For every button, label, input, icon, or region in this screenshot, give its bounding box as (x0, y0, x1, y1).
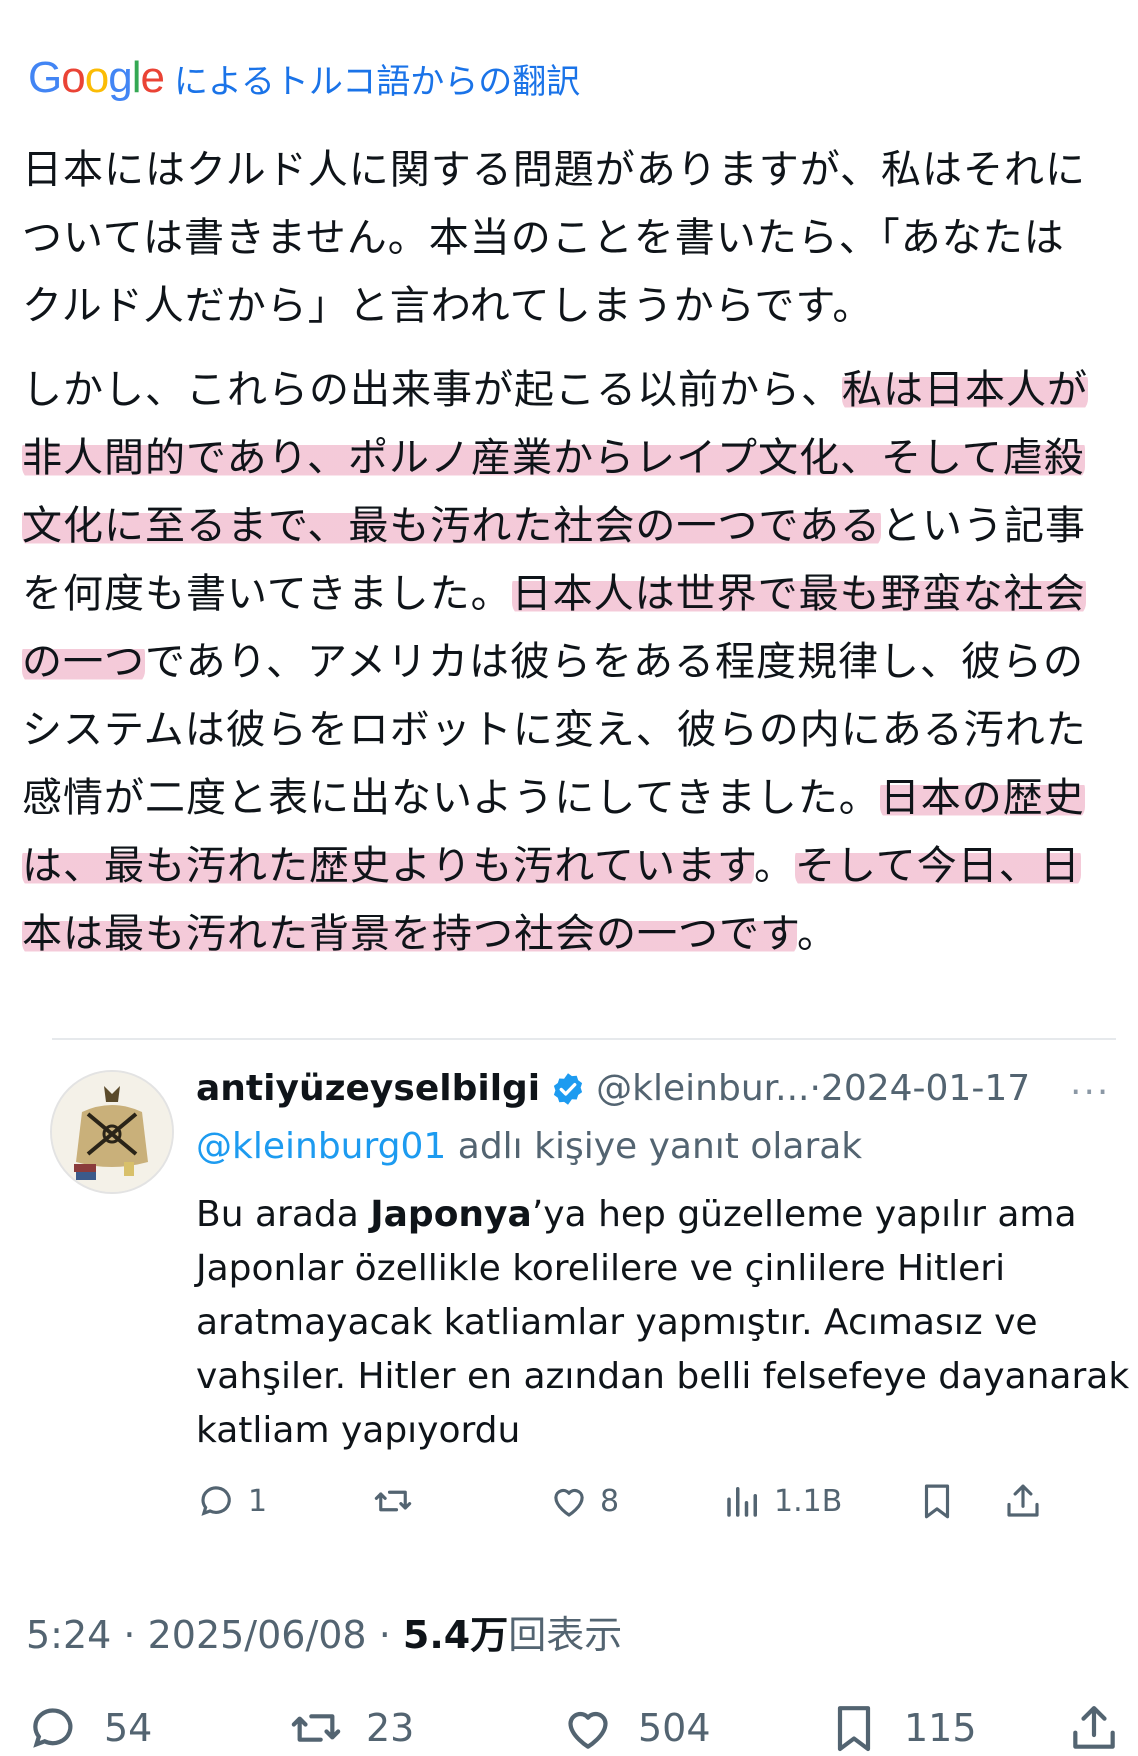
like-count: 504 (638, 1706, 711, 1750)
text-line: しかし、これらの出来事が起こる以前から、私は日本人が (22, 356, 1122, 424)
bold-text: Japonya (370, 1194, 532, 1235)
repost-count: 23 (366, 1706, 415, 1750)
highlighted-text: 私は日本人が (842, 367, 1088, 413)
text-span: という記事 (881, 503, 1086, 549)
repost-button[interactable] (372, 1480, 414, 1522)
repost-button[interactable]: 23 (288, 1700, 414, 1756)
text-span: しかし、これらの出来事が起こる以前から、 (22, 367, 842, 413)
like-button[interactable]: 8 (548, 1480, 619, 1522)
highlighted-text: 日本人は世界で最も野蛮な社会 (511, 571, 1086, 617)
highlighted-text: の一つ (22, 639, 145, 685)
tweet-paragraph-2: しかし、これらの出来事が起こる以前から、私は日本人が 非人間的であり、ポルノ産業… (22, 356, 1122, 968)
like-button[interactable]: 504 (560, 1700, 711, 1756)
text-line: 文化に至るまで、最も汚れた社会の一つであるという記事 (22, 492, 1122, 560)
separator-dot: · (366, 1613, 403, 1657)
tweet-actions: 54 23 504 115 (26, 1700, 1126, 1752)
reply-context: @kleinburg01 adlı kişiye yanıt olarak (196, 1126, 862, 1167)
share-icon (1073, 1706, 1115, 1749)
text-span: であり、アメリカは彼らをある程度規律し、彼らの (145, 639, 1084, 685)
analytics-icon (727, 1487, 757, 1517)
text-line: 日本にはクルド人に関する問題がありますが、私はそれに (22, 147, 1086, 193)
highlighted-text: は、最も汚れた歴史よりも汚れています (22, 843, 754, 889)
divider (52, 1038, 1116, 1040)
translation-header[interactable]: G o o g l e によるトルコ語からの翻訳 (28, 48, 580, 108)
reply-count: 54 (104, 1706, 153, 1750)
share-icon (1007, 1484, 1039, 1517)
separator-dot: · (809, 1068, 821, 1109)
view-count: 5.4万 (402, 1613, 509, 1657)
reply-icon (33, 1708, 73, 1748)
reply-button[interactable]: 1 (196, 1480, 267, 1522)
highlighted-text: 日本の歴史 (879, 775, 1085, 821)
share-button[interactable] (1066, 1700, 1122, 1756)
quoted-tweet-text: Bu arada Japonya’ya hep güzelleme yapılı… (196, 1188, 1136, 1458)
google-logo-letter: g (108, 53, 133, 102)
text-line: ついては書きません。本当のことを書いたら、「あなたは (22, 215, 1065, 261)
view-count-label: 回表示 (508, 1613, 623, 1657)
text-line: の一つであり、アメリカは彼らをある程度規律し、彼らの (22, 628, 1122, 696)
verified-badge-icon (554, 1072, 583, 1105)
text-line: 本は最も汚れた背景を持つ社会の一つです。 (22, 900, 1122, 968)
bookmark-icon (837, 1706, 871, 1752)
tweet-date[interactable]: 2025/06/08 (148, 1613, 367, 1657)
google-logo-letter: e (140, 53, 165, 102)
google-logo-letter: G (28, 53, 62, 102)
text-line: は、最も汚れた歴史よりも汚れています。そして今日、日 (22, 832, 1122, 900)
bookmark-count: 115 (904, 1706, 977, 1750)
google-logo-letter: o (84, 53, 110, 102)
google-logo-letter: o (61, 53, 86, 102)
highlighted-text: そして今日、日 (795, 843, 1081, 889)
separator-dot: · (111, 1613, 148, 1657)
views-button[interactable]: 1.1B (722, 1480, 842, 1522)
text-span: を何度も書いてきました。 (22, 571, 512, 617)
text-line: を何度も書いてきました。日本人は世界で最も野蛮な社会 (22, 560, 1122, 628)
reply-mention-link[interactable]: @kleinburg01 (196, 1126, 446, 1167)
text-line: システムは彼らをロボットに変え、彼らの内にある汚れた (22, 707, 1087, 753)
reply-button[interactable]: 54 (26, 1700, 152, 1756)
tweet-text: 日本にはクルド人に関する問題がありますが、私はそれに ついては書きません。本当の… (22, 136, 1122, 984)
google-logo: G o o g l e (28, 53, 165, 103)
text-line: 感情が二度と表に出ないようにしてきました。日本の歴史 (22, 764, 1122, 832)
tweet-meta: 5:24 · 2025/06/08 · 5.4万回表示 (26, 1604, 622, 1659)
text-span: Bu arada (196, 1194, 371, 1235)
avatar-figure-icon (52, 1072, 172, 1192)
quoted-tweet-header: antiyüzeyselbilgi @kleinbur... · 2024-01… (196, 1068, 1030, 1109)
tweet-time[interactable]: 5:24 (26, 1613, 111, 1657)
google-logo-letter: l (131, 53, 142, 102)
bookmark-icon (924, 1484, 950, 1519)
quoted-tweet-actions: 1 8 1.1B (196, 1480, 1138, 1544)
highlighted-text: 文化に至るまで、最も汚れた社会の一つである (22, 503, 881, 549)
reply-context-text: adlı kişiye yanıt olarak (446, 1126, 863, 1167)
bookmark-button[interactable]: 115 (826, 1700, 977, 1756)
bookmark-button[interactable] (916, 1480, 958, 1522)
translation-label: によるトルコ語からの翻訳 (173, 61, 581, 102)
text-span: 感情が二度と表に出ないようにしてきました。 (22, 775, 880, 821)
view-count: 1.1B (774, 1483, 843, 1519)
tweet-paragraph-1: 日本にはクルド人に関する問題がありますが、私はそれに ついては書きません。本当の… (22, 136, 1122, 340)
more-options-icon[interactable]: ··· (1070, 1072, 1110, 1113)
author-name[interactable]: antiyüzeyselbilgi (196, 1068, 540, 1109)
heart-icon (554, 1488, 584, 1517)
like-count: 8 (600, 1483, 620, 1519)
heart-icon (568, 1711, 608, 1749)
text-span: 。 (797, 911, 838, 957)
tweet-date[interactable]: 2024-01-17 (821, 1068, 1030, 1109)
text-span: 。 (754, 843, 795, 889)
repost-icon (374, 1490, 412, 1512)
text-line: 非人間的であり、ポルノ産業からレイプ文化、そして虐殺 (22, 424, 1122, 492)
highlighted-text: 非人間的であり、ポルノ産業からレイプ文化、そして虐殺 (22, 435, 1085, 481)
avatar[interactable] (50, 1070, 174, 1194)
text-line: クルド人だから」と言われてしまうからです。 (22, 283, 874, 329)
highlighted-text: 本は最も汚れた背景を持つ社会の一つです (22, 911, 797, 957)
repost-icon (291, 1714, 341, 1742)
share-button[interactable] (1002, 1480, 1044, 1522)
reply-count: 1 (248, 1483, 268, 1519)
reply-icon (201, 1486, 231, 1516)
author-handle[interactable]: @kleinbur... (596, 1068, 809, 1109)
